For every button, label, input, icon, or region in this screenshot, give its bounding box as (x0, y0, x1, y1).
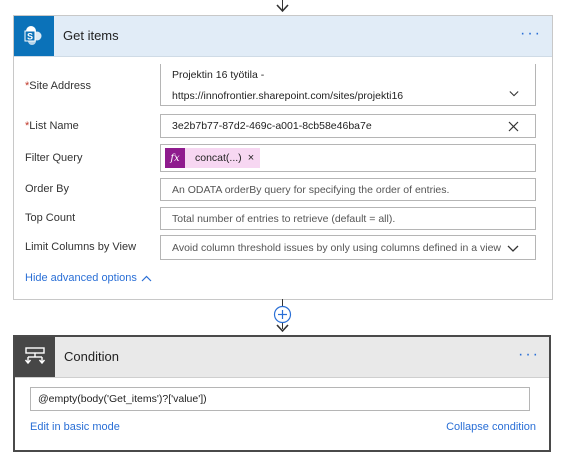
site-address-dropdown[interactable]: Projektin 16 työtila - https://innofront… (160, 64, 536, 106)
get-items-action-card: S Get items ··· *Site Address Projektin … (13, 15, 553, 300)
add-step-icon[interactable] (273, 305, 292, 324)
fx-icon: fx (165, 148, 185, 168)
condition-action-card: Condition ··· @empty(body('Get_items')?[… (13, 335, 551, 452)
get-items-header[interactable]: S Get items ··· (14, 16, 552, 57)
order-by-label: Order By (25, 183, 70, 195)
top-count-input[interactable]: Total number of entries to retrieve (def… (160, 207, 536, 230)
token-remove-icon[interactable]: × (248, 152, 254, 164)
close-icon[interactable] (508, 121, 519, 132)
card-title: Get items (63, 28, 119, 43)
condition-expression-input[interactable]: @empty(body('Get_items')?['value']) (30, 387, 530, 411)
filter-query-input[interactable]: fx concat(...) × (160, 144, 536, 172)
chevron-down-icon[interactable] (509, 89, 519, 99)
limit-columns-placeholder: Avoid column threshold issues by only us… (172, 242, 501, 254)
top-count-label: Top Count (25, 212, 76, 224)
chevron-up-icon (141, 275, 152, 281)
sharepoint-icon: S (14, 16, 54, 56)
condition-expression-value: @empty(body('Get_items')?['value']) (38, 393, 207, 405)
limit-columns-label: Limit Columns by View (25, 241, 137, 253)
list-name-input[interactable]: 3e2b7b77-87d2-469c-a001-8cb58e46ba7e (160, 114, 536, 138)
site-address-value-line1: Projektin 16 työtila - (172, 69, 265, 81)
token-text: concat(...) (195, 152, 242, 164)
condition-header[interactable]: Condition ··· (15, 337, 549, 378)
more-options-icon[interactable]: ··· (520, 26, 542, 42)
collapse-condition-link[interactable]: Collapse condition (446, 421, 536, 433)
condition-icon (15, 337, 55, 377)
order-by-placeholder: An ODATA orderBy query for specifying th… (172, 184, 450, 196)
top-count-placeholder: Total number of entries to retrieve (def… (172, 213, 396, 225)
filter-query-label: Filter Query (25, 152, 83, 164)
limit-columns-dropdown[interactable]: Avoid column threshold issues by only us… (160, 235, 536, 260)
card-title: Condition (64, 349, 119, 364)
more-options-icon[interactable]: ··· (518, 347, 540, 363)
edit-basic-mode-link[interactable]: Edit in basic mode (30, 421, 120, 433)
site-address-value-line2: https://innofrontier.sharepoint.com/site… (172, 90, 404, 102)
list-name-value: 3e2b7b77-87d2-469c-a001-8cb58e46ba7e (172, 120, 372, 132)
site-address-label: *Site Address (25, 80, 92, 92)
arrow-down-icon (276, 324, 289, 333)
arrow-down-icon (276, 4, 289, 13)
svg-text:S: S (27, 32, 33, 42)
expression-token[interactable]: fx concat(...) × (165, 148, 261, 168)
list-name-label: *List Name (25, 120, 79, 132)
hide-advanced-options-link[interactable]: Hide advanced options (25, 272, 152, 284)
order-by-input[interactable]: An ODATA orderBy query for specifying th… (160, 178, 536, 201)
chevron-down-icon[interactable] (507, 245, 519, 253)
